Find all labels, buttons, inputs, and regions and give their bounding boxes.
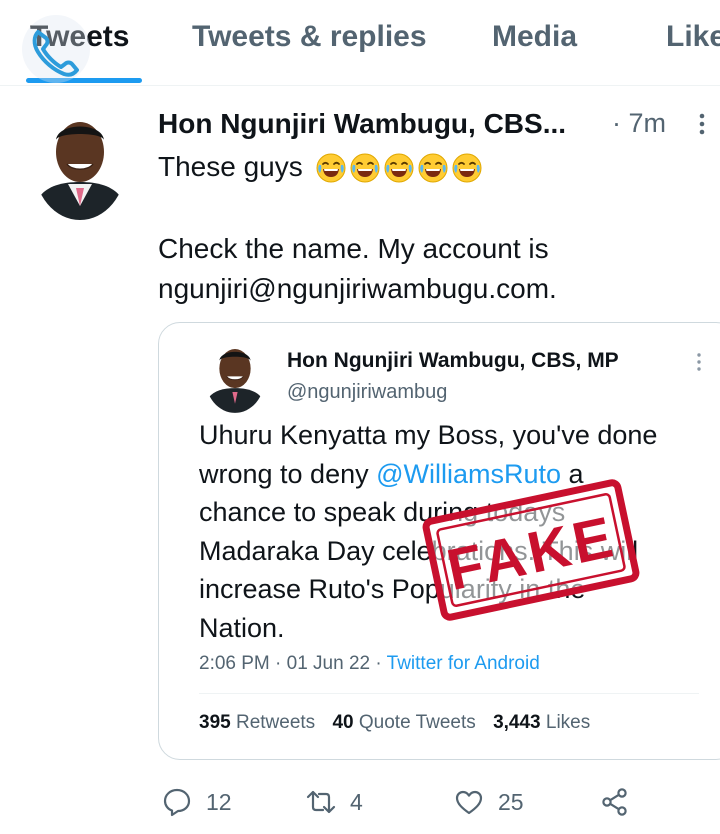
quoted-tweet-stats: 395 Retweets 40 Quote Tweets 3,443 Likes [199,712,590,734]
tweet-text-line: Check the name. My account is [158,232,549,264]
retweet-count: 4 [350,788,363,815]
quoted-author-handle: @ngunjiriwambug [287,381,448,403]
avatar-photo [34,110,126,220]
active-tab-indicator [26,78,142,83]
retweet-button[interactable]: 4 [306,786,363,818]
like-button[interactable]: 25 [454,786,524,818]
quoted-tweet-meta: 2:06 PM · 01 Jun 22 · Twitter for Androi… [199,653,540,675]
tab-likes[interactable]: Like [666,20,720,54]
likes-label: Likes [545,712,591,733]
quoted-author-name: Hon Ngunjiri Wambugu, CBS, MP [287,349,619,372]
laughing-emoji-icon [417,152,449,184]
author-name[interactable]: Hon Ngunjiri Wambugu, CBS... [158,108,566,140]
fake-stamp: FAKE [422,479,640,621]
tweet-text-line: These guys [158,151,303,182]
tab-tweets-replies[interactable]: Tweets & replies [192,20,427,54]
avatar-photo [205,341,265,413]
quoted-author-avatar [205,341,265,413]
laughing-emoji-icon [451,152,483,184]
quoted-text-line: Uhuru Kenyatta my Boss, you've done [199,420,658,450]
tweet-time[interactable]: · 7m [612,108,666,139]
quotes-count: 40 [332,712,354,733]
laughing-emoji-icon [315,152,347,184]
tweet-text-email: ngunjiri@ngunjiriwambugu.com. [158,272,557,304]
reply-count: 12 [206,788,232,815]
tab-media[interactable]: Media [492,20,577,54]
tab-tweets[interactable]: Tweets [30,20,129,54]
laughing-emoji-icon [349,152,381,184]
more-icon[interactable] [696,112,708,136]
tweet-body: These guys Check the name. My account is… [158,147,708,309]
share-icon [602,788,627,816]
profile-tabs: Tweets Tweets & replies Media Like [0,0,720,86]
quoted-more-icon [697,353,701,371]
heart-icon [455,790,483,815]
laughing-emojis [315,149,485,189]
quoted-timestamp: 2:06 PM · 01 Jun 22 · [199,653,387,674]
retweets-count: 395 [199,712,231,733]
reply-icon [163,788,191,817]
like-count: 25 [498,788,524,815]
reply-button[interactable]: 12 [162,786,232,818]
author-avatar[interactable] [34,110,126,220]
likes-count: 3,443 [493,712,541,733]
quoted-text-fragment: wrong to deny [199,458,377,489]
retweet-icon [306,790,336,814]
laughing-emoji-icon [383,152,415,184]
quotes-label: Quote Tweets [358,712,476,733]
embedded-tweet-image[interactable]: Hon Ngunjiri Wambugu, CBS, MP @ngunjiriw… [158,322,720,760]
share-button[interactable] [600,786,630,818]
divider [199,693,699,694]
retweets-label: Retweets [235,712,316,733]
quoted-source: Twitter for Android [386,653,540,674]
